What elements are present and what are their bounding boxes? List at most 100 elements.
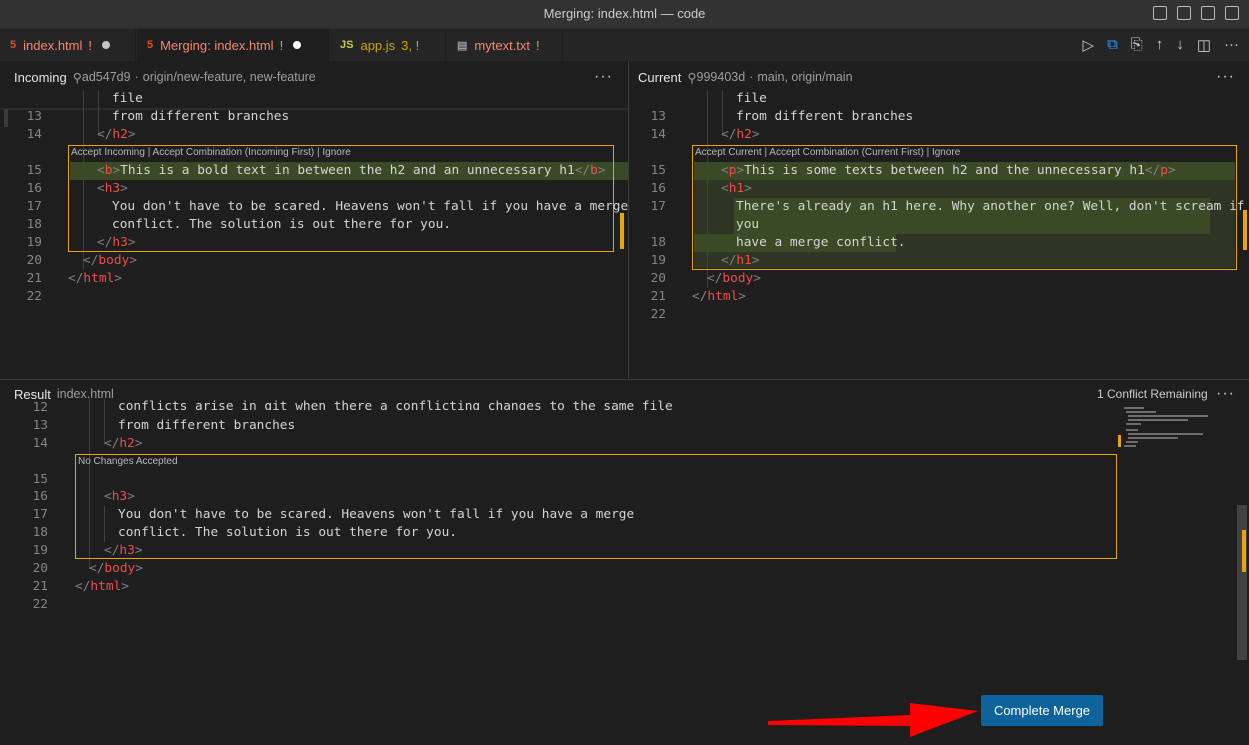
line-number: 14 bbox=[26, 127, 42, 142]
code-line: from different branches bbox=[112, 109, 290, 124]
commit-icon: ⚲ bbox=[687, 70, 697, 85]
code-line: from different branches bbox=[118, 418, 296, 433]
line-number: 21 bbox=[32, 579, 48, 594]
open-file-icon[interactable]: ⎘ bbox=[1131, 36, 1143, 54]
line-number: 13 bbox=[26, 109, 42, 124]
result-more-icon[interactable]: ··· bbox=[1216, 385, 1235, 403]
toggle-secondary-sidebar-icon[interactable] bbox=[1201, 6, 1215, 20]
code-line: from different branches bbox=[736, 109, 914, 124]
result-filename: index.html bbox=[56, 387, 114, 401]
result-scroll-marker bbox=[1242, 530, 1246, 572]
arrow-up-icon[interactable]: ↑ bbox=[1156, 36, 1164, 54]
current-more-icon[interactable]: ··· bbox=[1216, 68, 1235, 86]
line-number: 12 bbox=[32, 400, 48, 415]
js-icon: JS bbox=[340, 39, 354, 51]
incoming-commit: ad547d9 bbox=[81, 70, 131, 84]
more-actions-icon[interactable]: ··· bbox=[1224, 36, 1239, 54]
tab-status: ! bbox=[88, 37, 92, 53]
code-line: </body> bbox=[89, 561, 143, 576]
line-number: 21 bbox=[26, 271, 42, 286]
code-line: file bbox=[736, 91, 767, 106]
tab-status: ! bbox=[279, 37, 284, 53]
current-label: Current bbox=[638, 69, 682, 85]
code-line: You don't have to be scared. Heavens won… bbox=[112, 199, 629, 214]
code-line: </html> bbox=[692, 289, 746, 304]
html-icon: 5 bbox=[10, 39, 17, 51]
tab-status: ! bbox=[536, 37, 540, 53]
line-number: 17 bbox=[32, 507, 48, 522]
line-number: 21 bbox=[650, 289, 666, 304]
code-line: </html> bbox=[68, 271, 122, 286]
tab-status: 3, ! bbox=[401, 37, 420, 53]
tab-merging-index-html[interactable]: 5 Merging: index.html ! bbox=[137, 29, 329, 61]
line-number: 15 bbox=[650, 163, 666, 178]
code-line: </body> bbox=[707, 271, 761, 286]
result-scrollbar[interactable] bbox=[1237, 505, 1247, 660]
line-number: 16 bbox=[650, 181, 666, 196]
split-editor-icon[interactable]: ◫ bbox=[1197, 36, 1211, 54]
line-number: 22 bbox=[26, 289, 42, 304]
compare-icon[interactable]: ⧉ bbox=[1107, 36, 1118, 54]
customize-layout-icon[interactable] bbox=[1225, 6, 1239, 20]
code-line: </body> bbox=[83, 253, 137, 268]
incoming-codelens-actions[interactable]: Accept Incoming | Accept Combination (In… bbox=[71, 147, 351, 158]
line-number: 22 bbox=[650, 307, 666, 322]
html-icon: 5 bbox=[147, 39, 154, 51]
file-icon: ▤ bbox=[457, 39, 468, 52]
result-minimap-marker bbox=[1118, 435, 1121, 447]
code-line: There's already an h1 here. Why another … bbox=[736, 199, 1245, 214]
line-number: 16 bbox=[32, 489, 48, 504]
code-line: You don't have to be scared. Heavens won… bbox=[118, 507, 635, 522]
code-line: </h2> bbox=[721, 127, 760, 142]
result-codelens: No Changes Accepted bbox=[78, 456, 178, 467]
title-bar: Merging: index.html — code bbox=[0, 0, 1249, 29]
current-scroll-marker bbox=[1243, 210, 1247, 250]
incoming-label: Incoming bbox=[14, 69, 67, 85]
code-line: conflicts arise in git when there a conf… bbox=[118, 399, 673, 410]
tab-index-html[interactable]: 5 index.html ! bbox=[0, 29, 136, 61]
current-codelens-actions[interactable]: Accept Current | Accept Combination (Cur… bbox=[695, 147, 960, 158]
incoming-scroll-marker bbox=[620, 213, 624, 249]
toggle-panel-icon[interactable] bbox=[1177, 6, 1191, 20]
line-number: 15 bbox=[26, 163, 42, 178]
tab-label: index.html bbox=[23, 37, 83, 53]
tab-label: app.js bbox=[360, 37, 396, 53]
code-line: <h1> bbox=[721, 181, 752, 196]
result-divider[interactable] bbox=[0, 379, 1249, 380]
code-line: </h2> bbox=[104, 436, 143, 451]
current-header: Current ⚲ 999403d · main, origin/main bbox=[638, 69, 853, 85]
code-line: have a merge conflict. bbox=[736, 235, 906, 250]
line-number: 22 bbox=[32, 597, 48, 612]
toggle-sidebar-icon[interactable] bbox=[1153, 6, 1167, 20]
line-number: 19 bbox=[26, 235, 42, 250]
line-number: 13 bbox=[32, 418, 48, 433]
window-title: Merging: index.html — code bbox=[543, 6, 706, 21]
tab-label: Merging: index.html bbox=[160, 37, 274, 53]
code-line: conflict. The solution is out there for … bbox=[118, 525, 457, 540]
tab-mytext-txt[interactable]: ▤ mytext.txt ! bbox=[447, 29, 563, 61]
complete-merge-button[interactable]: Complete Merge bbox=[981, 695, 1103, 726]
pane-divider[interactable] bbox=[628, 61, 629, 379]
code-line: you bbox=[736, 217, 760, 232]
line-number: 17 bbox=[26, 199, 42, 214]
code-line: <p>This is some texts between h2 and the… bbox=[721, 163, 1176, 178]
incoming-more-icon[interactable]: ··· bbox=[594, 68, 613, 86]
line-number: 17 bbox=[650, 199, 666, 214]
tab-app-js[interactable]: JS app.js 3, ! bbox=[330, 29, 446, 61]
arrow-down-icon[interactable]: ↓ bbox=[1176, 36, 1184, 54]
line-number: 18 bbox=[32, 525, 48, 540]
line-number: 19 bbox=[32, 543, 48, 558]
incoming-header: Incoming ⚲ ad547d9 · origin/new-feature,… bbox=[14, 69, 316, 85]
unsaved-dot-icon[interactable] bbox=[293, 41, 302, 49]
code-line: </h3> bbox=[104, 543, 143, 558]
line-number: 18 bbox=[650, 235, 666, 250]
line-number: 14 bbox=[32, 436, 48, 451]
current-commit: 999403d bbox=[696, 70, 746, 84]
result-minimap[interactable] bbox=[1120, 405, 1225, 455]
line-number: 14 bbox=[650, 127, 666, 142]
run-icon[interactable]: ▷ bbox=[1083, 36, 1095, 54]
tab-label: mytext.txt bbox=[474, 37, 531, 53]
current-branches: main, origin/main bbox=[757, 70, 853, 84]
unsaved-dot-icon[interactable] bbox=[102, 41, 110, 49]
line-number: 20 bbox=[26, 253, 42, 268]
